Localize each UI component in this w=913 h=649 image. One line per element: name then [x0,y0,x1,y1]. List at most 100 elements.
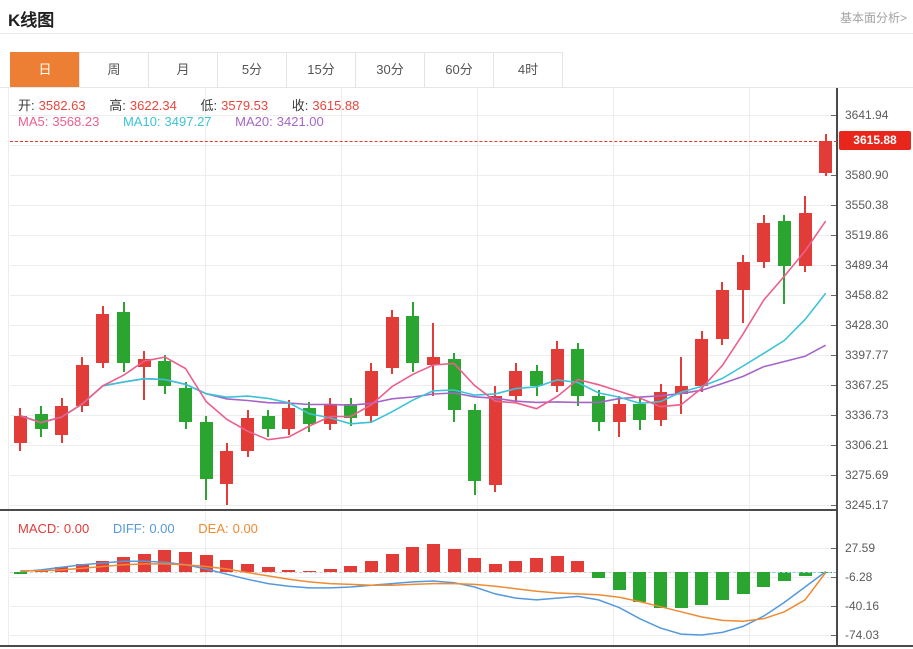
gridline [10,325,836,326]
tab-日[interactable]: 日 [10,52,80,88]
y-axis-label: 3641.94 [845,108,888,122]
tab-月[interactable]: 月 [148,52,218,88]
candle-body [324,404,337,424]
ma-row: MA5:3568.23 MA10:3497.27 MA20:3421.00 [18,114,344,129]
gridline [613,88,614,509]
macd-histogram-bar [179,552,192,572]
y-axis-label: 3550.38 [845,198,888,212]
panel-separator [0,509,838,511]
macd-histogram-bar [14,572,27,575]
y-axis-label: 3519.86 [845,228,888,242]
macd-histogram-bar [675,572,688,609]
candle-body [344,404,357,418]
tab-30分[interactable]: 30分 [355,52,425,88]
macd-histogram-bar [406,547,419,572]
macd-histogram-bar [489,564,502,572]
macd-histogram-bar [220,560,233,572]
open-label: 开: [18,98,35,113]
close-value: 3615.88 [312,98,359,113]
gridline [341,88,342,509]
candle-body [365,371,378,416]
chart-bottom-border [0,645,913,647]
y-axis-label: 3245.17 [845,498,888,512]
macd-histogram-bar [262,567,275,571]
candle-body [427,357,440,365]
macd-histogram-bar [427,544,440,571]
candle-body [551,349,564,386]
macd-label: MACD: [18,521,60,536]
ohlc-row: 开:3582.63 高:3622.34 低:3579.53 收:3615.88 [18,95,379,114]
dea-value: 0.00 [233,521,258,536]
tab-5分[interactable]: 5分 [217,52,287,88]
macd-histogram-bar [592,572,605,579]
candle-body [509,371,522,397]
page-title: K线图 [8,6,54,31]
candle-body [613,404,626,422]
candle-body [468,410,481,481]
macd-histogram-bar [757,572,770,587]
candle-body [406,316,419,363]
chart-panel-left-border [8,88,9,646]
macd-histogram-bar [200,555,213,571]
y-axis-label: 3489.34 [845,258,888,272]
y-axis-label: 3367.25 [845,378,888,392]
macd-histogram-bar [716,572,729,600]
y-axis-label: 3428.30 [845,318,888,332]
y-axis-label: 3397.77 [845,348,888,362]
candle-body [282,408,295,430]
candle-body [200,422,213,479]
macd-histogram-bar [551,556,564,571]
y-axis-label: -40.16 [845,599,879,613]
period-tab-bar: 日周月5分15分30分60分4时 [10,52,563,88]
low-label: 低: [201,98,218,113]
macd-row: MACD:0.00 DIFF:0.00 DEA:0.00 [18,521,278,536]
y-axis-label: 3306.21 [845,438,888,452]
current-price-line [10,141,837,142]
ma20-value: 3421.00 [277,114,324,129]
candle-body [386,317,399,368]
ma5-label: MA5: [18,114,48,129]
tab-60分[interactable]: 60分 [424,52,494,88]
diff-value: 0.00 [149,521,174,536]
macd-histogram-bar [468,558,481,572]
candle-body [241,418,254,451]
candle-body [716,290,729,339]
macd-histogram-bar [241,564,254,572]
candle-body [819,141,832,174]
close-label: 收: [292,98,309,113]
gridline [10,445,836,446]
tab-周[interactable]: 周 [79,52,149,88]
macd-histogram-bar [571,561,584,572]
gridline [477,512,478,645]
y-axis-label: 3275.69 [845,468,888,482]
tab-15分[interactable]: 15分 [286,52,356,88]
gridline [10,635,836,636]
candle-body [14,416,27,444]
gridline [10,355,836,356]
candle-body [76,365,89,406]
y-axis-label: -6.28 [845,570,872,584]
candle-body [220,451,233,484]
tab-bar-underline [0,87,913,88]
y-axis-label: 3458.82 [845,288,888,302]
gridline [10,265,836,266]
ma10-value: 3497.27 [165,114,212,129]
macd-histogram-bar [35,570,48,572]
candle-body [117,312,130,363]
macd-histogram-bar [138,554,151,572]
gridline [10,577,836,578]
macd-histogram-bar [633,572,646,602]
fundamental-analysis-link[interactable]: 基本面分析> [840,9,907,26]
macd-zero-line [10,572,836,573]
candle-body [96,314,109,363]
high-value: 3622.34 [130,98,177,113]
macd-histogram-bar [654,572,667,608]
gridline [10,235,836,236]
high-label: 高: [109,98,126,113]
macd-histogram-bar [158,550,171,571]
tab-4时[interactable]: 4时 [493,52,563,88]
macd-histogram-bar [778,572,791,581]
ma5-value: 3568.23 [52,114,99,129]
y-axis-label: -74.03 [845,628,879,642]
candle-body [757,223,770,262]
